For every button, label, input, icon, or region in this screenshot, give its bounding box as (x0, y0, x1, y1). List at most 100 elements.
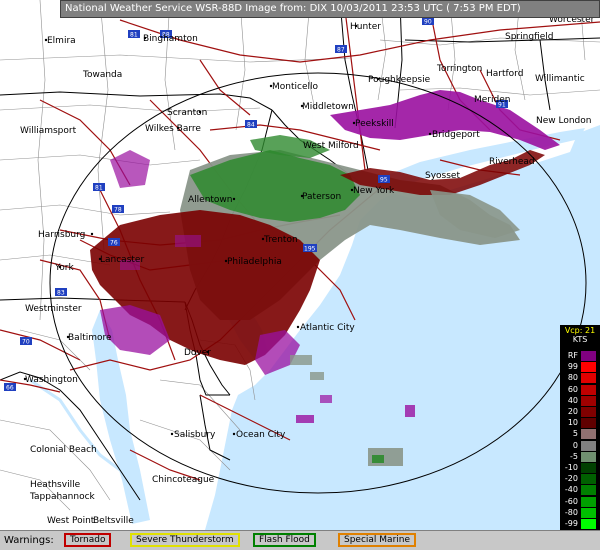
city-label: West Point (47, 516, 95, 526)
svg-text:78: 78 (114, 207, 122, 214)
legend-row: -60 (560, 496, 600, 507)
city-label: Springfield (505, 32, 553, 42)
city-label: Allentown (188, 195, 233, 205)
image-title: National Weather Service WSR-88D Image f… (65, 3, 521, 14)
legend-color-swatch (581, 440, 596, 451)
legend-value-label: -99 (564, 519, 578, 528)
hwy-shield: 66 (4, 383, 16, 392)
city-label: Meriden (474, 95, 510, 105)
svg-text:95: 95 (380, 177, 388, 184)
legend-row: 20 (560, 406, 600, 417)
city-label: Middletown (302, 102, 354, 112)
legend-value-label: 99 (567, 362, 578, 372)
city-label: Colonial Beach (30, 445, 97, 455)
special-marine-warning-toggle[interactable]: Special Marine (338, 533, 417, 547)
hwy-shield: 78 (112, 205, 124, 214)
legend-value-label: 5 (572, 429, 578, 439)
legend-value-label: 40 (567, 395, 578, 405)
legend-row: 5 (560, 428, 600, 440)
city-label: Philadelphia (227, 257, 282, 267)
svg-text:76: 76 (110, 240, 118, 247)
echo-small-1 (296, 415, 314, 423)
hwy-shield: 95 (378, 175, 390, 184)
hwy-shield: 87 (335, 45, 347, 54)
svg-text:81: 81 (95, 185, 103, 192)
velocity-legend: Vcp: 21 KTS RF 99 80 60 40 20 10 5 0 -5 -10 -20 -40-… (560, 325, 600, 543)
legend-color-swatch (581, 351, 596, 361)
flash-flood-warning-toggle[interactable]: Flash Flood (253, 533, 316, 547)
legend-row: RF (560, 350, 600, 361)
legend-value-label: RF (567, 351, 578, 360)
legend-color-swatch (581, 407, 596, 417)
hwy-shield: 70 (20, 337, 32, 346)
legend-color-swatch (581, 519, 596, 529)
legend-value-label: -10 (564, 463, 578, 472)
echo-small-7 (320, 395, 332, 403)
legend-value-label: -40 (564, 485, 578, 495)
hwy-shield: 90 (422, 17, 434, 26)
legend-color-swatch (581, 395, 596, 406)
legend-color-swatch (581, 451, 596, 462)
echo-small-4 (372, 455, 384, 463)
city-label: Binghamton (143, 34, 198, 44)
tornado-warning-toggle[interactable]: Tornado (64, 533, 112, 547)
legend-row: 99 (560, 361, 600, 373)
legend-row: -5 (560, 451, 600, 462)
city-label: Salisbury (174, 430, 216, 440)
city-label: Beltsville (93, 516, 134, 526)
city-label: Elmira (47, 36, 76, 46)
legend-row: 60 (560, 384, 600, 395)
legend-color-swatch (581, 496, 596, 507)
city-label: Dover (184, 348, 211, 358)
legend-color-swatch (581, 418, 596, 429)
legend-row: -40 (560, 484, 600, 496)
city-label: Wilkes Barre (145, 124, 201, 134)
warnings-label: Warnings: (4, 535, 54, 546)
legend-value-label: 20 (567, 407, 578, 416)
severe-thunderstorm-warning-toggle[interactable]: Severe Thunderstorm (130, 533, 240, 547)
legend-row: -10 (560, 462, 600, 473)
city-label: Baltimore (68, 333, 112, 343)
legend-value-label: -20 (564, 474, 578, 484)
city-label: Willimantic (535, 74, 585, 84)
city-label: York (54, 263, 75, 273)
city-label: Atlantic City (300, 323, 355, 333)
svg-text:90: 90 (424, 19, 432, 26)
city-label: Tappahannock (29, 492, 96, 502)
legend-row: 10 (560, 417, 600, 429)
legend-row: 40 (560, 395, 600, 406)
svg-text:83: 83 (57, 290, 65, 297)
city-label: Harrisburg (38, 230, 85, 240)
svg-text:66: 66 (6, 385, 14, 392)
city-label: Monticello (272, 82, 318, 92)
legend-row: 0 (560, 440, 600, 451)
hwy-shield: 81 (128, 30, 140, 39)
legend-value-label: 10 (567, 418, 578, 428)
legend-color-swatch (581, 507, 596, 518)
legend-value-label: -5 (570, 451, 578, 461)
legend-row: -20 (560, 473, 600, 485)
city-label: Peekskill (355, 119, 394, 129)
city-label: Torrington (436, 64, 482, 74)
svg-text:70: 70 (22, 339, 30, 346)
city-label: New York (353, 186, 395, 196)
city-label: Trenton (263, 235, 298, 245)
city-label: Williamsport (20, 126, 77, 136)
city-label: Paterson (302, 192, 341, 202)
city-label: Hunter (350, 22, 381, 32)
vcp-label: Vcp: 21 (564, 326, 596, 335)
legend-color-swatch (581, 474, 596, 485)
city-label: Towanda (82, 70, 122, 80)
radar-map: 88 81 84 87 90 91 95 195 78 76 83 70 66 … (0, 0, 600, 530)
city-label: Scranton (167, 108, 207, 118)
svg-text:195: 195 (304, 246, 316, 253)
city-label: Hartford (486, 69, 523, 79)
city-label: Lancaster (100, 255, 144, 265)
title-bar: National Weather Service WSR-88D Image f… (60, 0, 600, 18)
legend-color-swatch (581, 463, 596, 473)
city-label: West Milford (303, 141, 359, 151)
city-label: Riverhead (489, 157, 535, 167)
hwy-shield: 195 (303, 244, 317, 253)
svg-text:87: 87 (337, 47, 345, 54)
legend-value-label: -80 (564, 507, 578, 517)
